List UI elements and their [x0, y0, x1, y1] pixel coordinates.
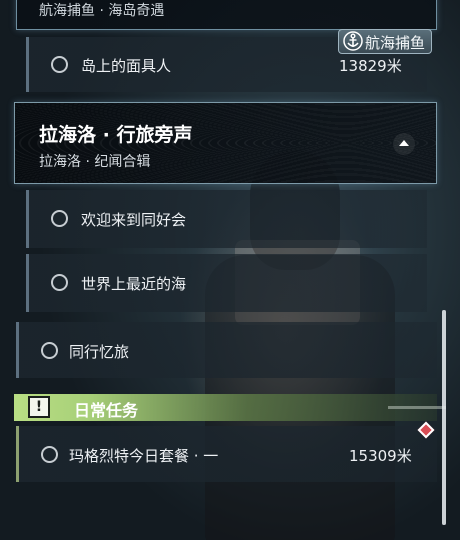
quest-category-badge: 航海捕鱼: [338, 29, 432, 54]
quest-row-welcome-club[interactable]: 欢迎来到同好会: [26, 190, 427, 248]
previous-chapter-title: 航海捕鱼 · 海岛奇遇: [39, 3, 165, 19]
quest-status-circle-icon: [51, 210, 68, 227]
quest-name: 世界上最近的海: [81, 275, 187, 293]
quest-row-travel-memories[interactable]: 同行忆旅: [16, 322, 437, 378]
quest-status-circle-icon: [51, 56, 68, 73]
previous-chapter-header[interactable]: 航海捕鱼 · 海岛奇遇: [16, 0, 437, 30]
daily-quests-title: 日常任务: [74, 401, 139, 420]
quest-distance: 13829米: [339, 57, 402, 75]
chapter-header[interactable]: 拉海洛 · 行旅旁声 拉海洛 · 纪闻合辑: [14, 102, 437, 184]
quest-distance: 15309米: [349, 447, 412, 465]
quest-name: 欢迎来到同好会: [81, 211, 187, 229]
quest-name: 玛格烈特今日套餐 · 一: [69, 447, 219, 465]
header-decoration: [388, 406, 446, 409]
chapter-subtitle: 拉海洛 · 纪闻合辑: [39, 154, 151, 170]
scrollbar-thumb[interactable]: [442, 310, 446, 525]
collapse-chevron-icon[interactable]: [393, 133, 415, 155]
quest-row-nearest-sea[interactable]: 世界上最近的海: [26, 254, 427, 312]
quest-name: 岛上的面具人: [81, 57, 172, 75]
alert-exclamation-icon: [28, 396, 50, 418]
quest-status-circle-icon: [51, 274, 68, 291]
quest-status-circle-icon: [41, 342, 58, 359]
anchor-icon: [343, 31, 363, 51]
quest-name: 同行忆旅: [69, 343, 130, 361]
quest-category-label: 航海捕鱼: [365, 34, 426, 52]
daily-quests-header[interactable]: 日常任务: [14, 394, 446, 421]
quest-status-circle-icon: [41, 446, 58, 463]
chapter-title: 拉海洛 · 行旅旁声: [39, 124, 193, 146]
quest-row-margaret-meal[interactable]: 玛格烈特今日套餐 · 一 15309米: [16, 426, 437, 482]
